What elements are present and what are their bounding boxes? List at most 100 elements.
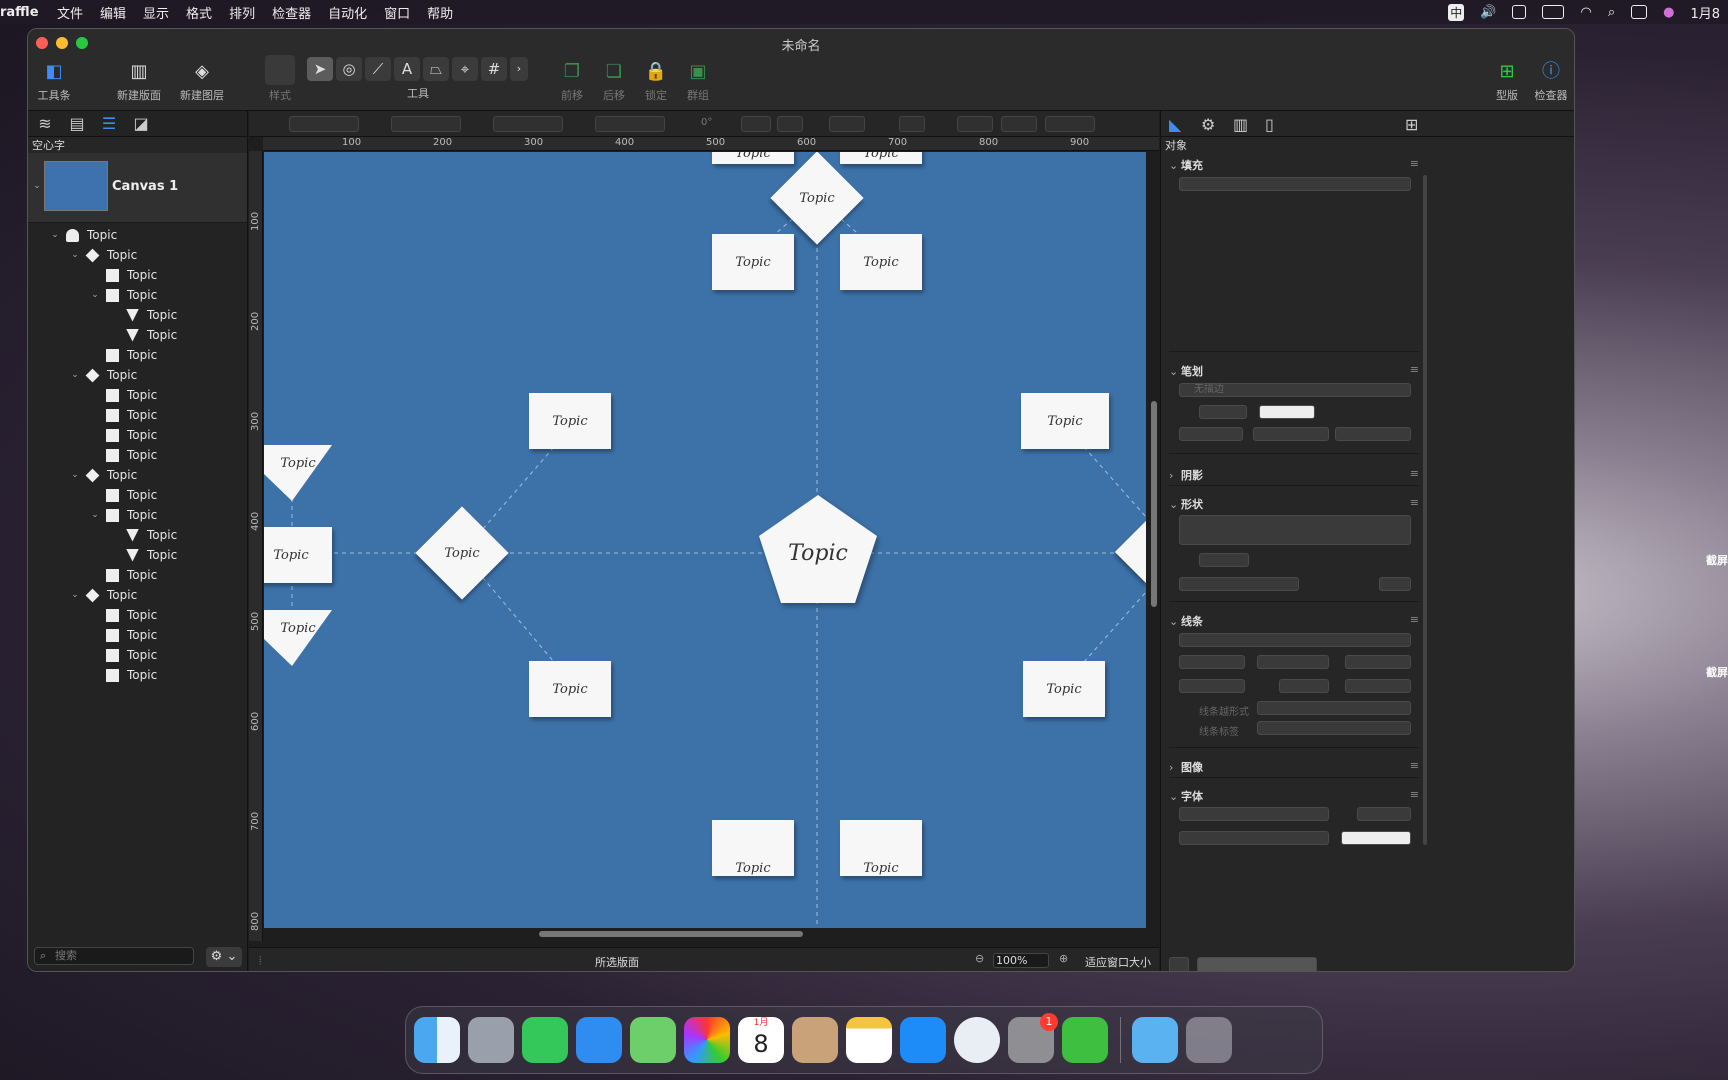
outline-row[interactable]: Topic: [28, 425, 247, 445]
outline-row[interactable]: Topic: [28, 665, 247, 685]
topic-node[interactable]: Topic: [1021, 393, 1109, 449]
menu-help[interactable]: 帮助: [427, 3, 453, 22]
menu-edit[interactable]: 编辑: [100, 3, 126, 22]
chevron-down-icon[interactable]: ⌄: [68, 590, 82, 600]
document-tab[interactable]: ▯: [1265, 115, 1274, 134]
outline-row[interactable]: Topic: [28, 405, 247, 425]
chevron-down-icon[interactable]: ⌄: [88, 510, 102, 520]
chevron-down-icon[interactable]: ⌄: [30, 181, 44, 191]
cap-style-control[interactable]: [1335, 427, 1411, 441]
layers-icon[interactable]: ≋: [36, 114, 54, 133]
topic-diamond-node-partial[interactable]: [1114, 520, 1146, 584]
outline-icon[interactable]: ☰: [100, 114, 118, 133]
inspector-bottom-field[interactable]: [1197, 957, 1317, 971]
desktop-file-label[interactable]: 截屏: [1706, 664, 1728, 680]
lock-button[interactable]: 🔒 锁定: [640, 61, 672, 103]
canvas-tab[interactable]: ▥: [1233, 115, 1248, 134]
font-size-field[interactable]: [1357, 807, 1411, 821]
omnigraffle-icon[interactable]: [1062, 1017, 1108, 1063]
shadow-section[interactable]: › 阴影 ≡: [1169, 467, 1419, 483]
line-curve-field[interactable]: [1279, 679, 1329, 693]
properties-tab[interactable]: ⚙: [1201, 115, 1215, 134]
topic-node[interactable]: Topic: [529, 393, 611, 449]
input-method-icon[interactable]: 中: [1448, 3, 1465, 21]
shape-boolean-buttons[interactable]: [1179, 577, 1299, 591]
chevron-down-icon[interactable]: ⌄: [68, 250, 82, 260]
menu-inspector[interactable]: 检查器: [272, 3, 311, 22]
control-center-icon[interactable]: [1631, 5, 1648, 19]
stroke-section[interactable]: ⌄ 笔划 ≡: [1169, 363, 1419, 379]
distribute-popup[interactable]: [899, 116, 925, 132]
font-style-popup[interactable]: [1179, 831, 1329, 845]
outline-row[interactable]: Topic: [28, 565, 247, 585]
more-tools-button[interactable]: ›: [510, 57, 528, 81]
gear-menu-button[interactable]: ⚙ ⌄: [206, 947, 242, 967]
section-menu-icon[interactable]: ≡: [1410, 496, 1419, 509]
outline-row[interactable]: Topic: [28, 625, 247, 645]
outline-row[interactable]: ⌄ Topic: [28, 505, 247, 525]
desktop-file-label[interactable]: 截屏: [1706, 552, 1728, 568]
outline-row[interactable]: Topic: [28, 325, 247, 345]
send-backward-button[interactable]: ❏ 后移: [598, 61, 630, 103]
topic-triangle-node[interactable]: Topic: [264, 610, 332, 666]
menu-format[interactable]: 格式: [186, 3, 212, 22]
outline-row[interactable]: Topic: [28, 265, 247, 285]
search-input[interactable]: ⌕ 搜索: [34, 947, 194, 965]
font-family-popup[interactable]: [1179, 807, 1329, 821]
fill-type-popup[interactable]: [1179, 177, 1411, 191]
zoom-out-icon[interactable]: ⊖: [975, 952, 984, 965]
outline-row[interactable]: Topic: [28, 525, 247, 545]
canvas-board[interactable]: Topic Topic Topic Topic Topic Topic Topi…: [264, 152, 1146, 928]
chevron-down-icon[interactable]: ⌄: [88, 290, 102, 300]
menu-clock[interactable]: 1月8: [1690, 3, 1720, 22]
line-tool[interactable]: ⟋: [365, 57, 391, 81]
layout-tab[interactable]: ⊞: [1405, 115, 1418, 134]
topic-node[interactable]: Topic: [712, 820, 794, 876]
new-canvas-button[interactable]: ▥ 新建版面: [114, 61, 164, 103]
topic-node[interactable]: Topic: [840, 234, 922, 290]
shape-picker[interactable]: [1179, 515, 1411, 545]
section-menu-icon[interactable]: ≡: [1410, 157, 1419, 170]
outline-row[interactable]: ⌄ Topic: [28, 585, 247, 605]
style-button[interactable]: 样式: [264, 55, 296, 103]
zoom-in-icon[interactable]: ⊕: [1059, 952, 1068, 965]
line-swap-button[interactable]: [1257, 655, 1329, 669]
line-head-scale[interactable]: [1345, 679, 1411, 693]
finder-icon[interactable]: [414, 1017, 460, 1063]
chevron-down-icon[interactable]: ⌄: [48, 230, 62, 240]
object-inspector-tab[interactable]: ◣: [1169, 115, 1181, 134]
image-section[interactable]: › 图像 ≡: [1169, 759, 1419, 775]
lines-section[interactable]: ⌄ 线条 ≡: [1169, 613, 1419, 629]
menu-window[interactable]: 窗口: [384, 3, 410, 22]
size-popup[interactable]: [957, 116, 993, 132]
outline-row[interactable]: ⌄ Topic: [28, 285, 247, 305]
shape-section[interactable]: ⌄ 形状 ≡: [1169, 496, 1419, 512]
diagram-tool[interactable]: ⌖: [452, 57, 478, 81]
objects-icon[interactable]: ◪: [132, 114, 150, 133]
outline-row[interactable]: Topic: [28, 305, 247, 325]
launchpad-icon[interactable]: [468, 1017, 514, 1063]
siri-icon[interactable]: ●: [1663, 5, 1674, 20]
wifi-icon[interactable]: ◠: [1580, 5, 1591, 20]
menu-arrange[interactable]: 排列: [229, 3, 255, 22]
stroke-type-popup[interactable]: 无描边: [1179, 383, 1411, 397]
contacts-icon[interactable]: [792, 1017, 838, 1063]
rotation-value[interactable]: 0°: [701, 117, 712, 128]
shape-convert-button[interactable]: [1379, 577, 1411, 591]
outline-row[interactable]: Topic: [28, 645, 247, 665]
inspector-bottom-swatch[interactable]: [1169, 957, 1189, 971]
y-position-field[interactable]: [391, 116, 461, 132]
inspector-button[interactable]: ⓘ 检查器: [1533, 61, 1569, 103]
system-settings-icon[interactable]: 1: [1008, 1013, 1058, 1063]
spotlight-icon[interactable]: ⌕: [1608, 5, 1615, 20]
section-menu-icon[interactable]: ≡: [1410, 613, 1419, 626]
stroke-width-field[interactable]: [1199, 405, 1247, 419]
app-status-icon[interactable]: [1512, 5, 1527, 19]
downloads-folder-icon[interactable]: [1132, 1017, 1178, 1063]
outline-row[interactable]: Topic: [28, 385, 247, 405]
stroke-width-field[interactable]: [1045, 116, 1095, 132]
width-field[interactable]: [493, 116, 563, 132]
group-button[interactable]: ▣ 群组: [682, 61, 714, 103]
line-jump-popup[interactable]: [1257, 701, 1411, 715]
menu-app-name[interactable]: raffle: [0, 5, 40, 20]
